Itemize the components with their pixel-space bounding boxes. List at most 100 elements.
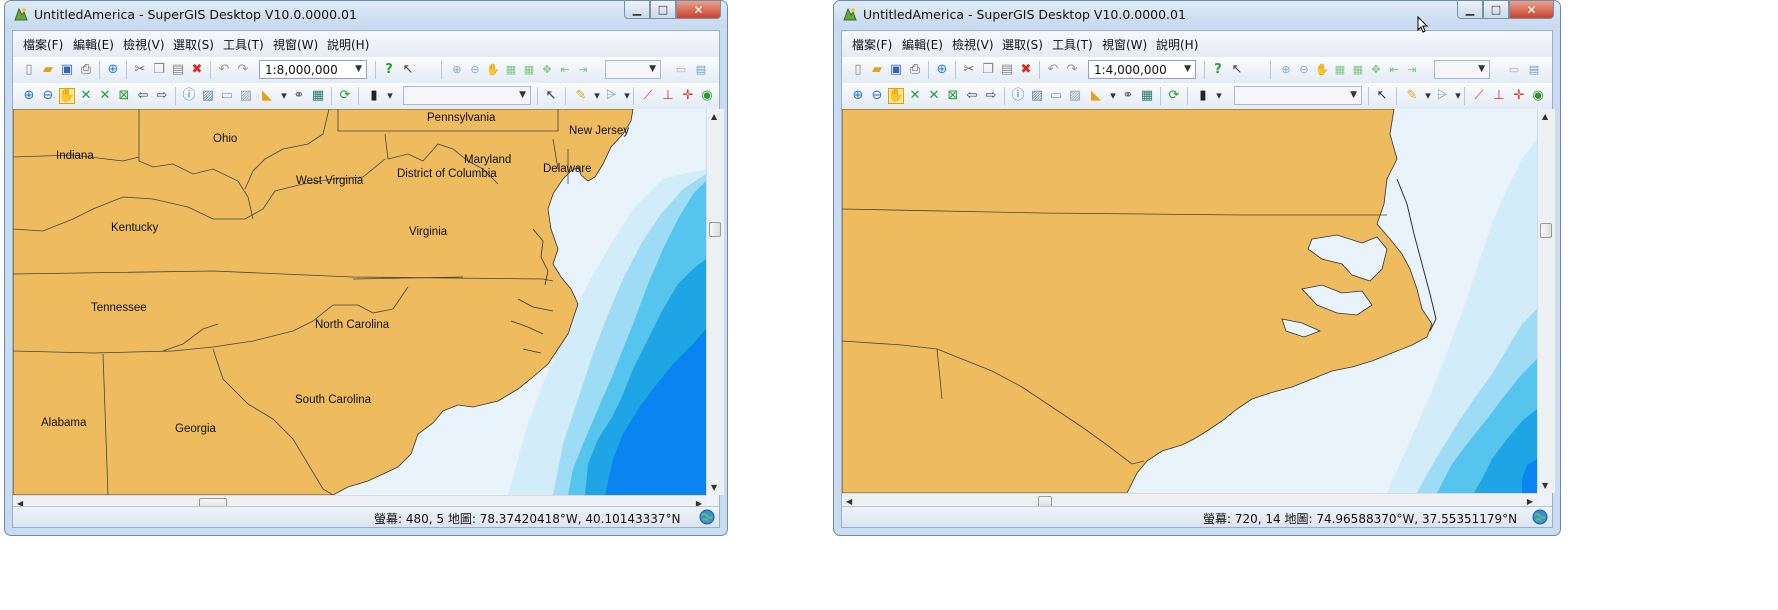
redo-icon[interactable]: ↷ (235, 62, 251, 78)
zoom-in-icon[interactable]: ⊕ (21, 88, 37, 104)
next-extent-icon[interactable]: ⇨ (983, 88, 999, 104)
task-icon[interactable]: ⩥ (1434, 88, 1450, 104)
identify-icon[interactable]: ⓘ (181, 88, 197, 104)
print-icon[interactable]: ⎙ (78, 62, 94, 78)
layout-zoom-combo[interactable]: ▼ (1434, 60, 1490, 79)
new-icon[interactable]: ▯ (850, 62, 866, 78)
hyperlink-icon[interactable]: ▭ (219, 88, 235, 104)
vertical-scroll-thumb[interactable] (709, 222, 721, 237)
layout-forward-icon[interactable]: ⇥ (575, 62, 591, 78)
minimize-button[interactable]: ▁ (1457, 1, 1483, 19)
pan-icon[interactable]: ✋ (59, 88, 75, 104)
layout-toggle-icon[interactable]: ▤ (1526, 62, 1542, 78)
copy-icon[interactable]: ❐ (151, 62, 167, 78)
find-icon[interactable]: ▨ (1029, 88, 1045, 104)
menu-select[interactable]: 選取(S) (1002, 36, 1043, 53)
menu-file[interactable]: 檔案(F) (852, 36, 892, 53)
menu-edit[interactable]: 編輯(E) (902, 36, 943, 53)
layout-fixed-zoom-in-icon[interactable]: ▦ (503, 62, 519, 78)
close-button[interactable]: ✕ (1509, 1, 1554, 19)
measure-icon[interactable]: ◣ (259, 88, 275, 104)
zoom-out-icon[interactable]: ⊖ (869, 88, 885, 104)
cut-icon[interactable]: ✂ (961, 62, 977, 78)
layer-combo[interactable]: ▼ (1234, 86, 1362, 105)
close-button[interactable]: ✕ (676, 1, 721, 19)
split-icon[interactable]: ⟋ (640, 88, 656, 104)
grid-icon[interactable]: ▦ (1139, 88, 1155, 104)
map-scale-combo[interactable]: 1:8,000,000 ▼ (259, 60, 367, 79)
layout-back-icon[interactable]: ⇤ (557, 62, 573, 78)
task-icon[interactable]: ⩥ (603, 88, 619, 104)
animation-icon[interactable]: ▮ (1195, 88, 1211, 104)
fixed-zoom-out-icon[interactable]: ✕ (926, 88, 942, 104)
layout-full-extent-icon[interactable]: ✥ (1368, 62, 1384, 78)
layout-zoom-in-icon[interactable]: ⊕ (1278, 62, 1294, 78)
grid-icon[interactable]: ▦ (310, 88, 326, 104)
menu-tools[interactable]: 工具(T) (1052, 36, 1093, 53)
layout-pan-icon[interactable]: ✋ (1314, 62, 1330, 78)
measure-dropdown-icon[interactable]: ▾ (1105, 88, 1121, 104)
previous-extent-icon[interactable]: ⇦ (964, 88, 980, 104)
fixed-zoom-out-icon[interactable]: ✕ (97, 88, 113, 104)
find-icon[interactable]: ▨ (200, 88, 216, 104)
globe-icon[interactable] (699, 509, 715, 525)
perpendicular-icon[interactable]: ⊥ (1491, 88, 1507, 104)
copy-icon[interactable]: ❐ (980, 62, 996, 78)
layout-fixed-zoom-in-icon[interactable]: ▦ (1332, 62, 1348, 78)
layout-forward-icon[interactable]: ⇥ (1404, 62, 1420, 78)
layout-zoom-out-icon[interactable]: ⊖ (467, 62, 483, 78)
intersect-icon[interactable]: ✛ (680, 88, 696, 104)
menu-view[interactable]: 檢視(V) (952, 36, 994, 53)
save-icon[interactable]: ▣ (888, 62, 904, 78)
map-scale-combo[interactable]: 1:4,000,000 ▼ (1088, 60, 1196, 79)
new-icon[interactable]: ▯ (21, 62, 37, 78)
attributes-icon[interactable]: ◉ (699, 88, 715, 104)
edit-tool-icon[interactable]: ↖ (1374, 88, 1390, 104)
print-icon[interactable]: ⎙ (907, 62, 923, 78)
layout-full-extent-icon[interactable]: ✥ (539, 62, 555, 78)
identify-icon[interactable]: ⓘ (1010, 88, 1026, 104)
save-icon[interactable]: ▣ (59, 62, 75, 78)
scroll-down-icon[interactable]: ▼ (1542, 481, 1548, 490)
map-view[interactable]: Pennsylvania New Jersey Ohio Indiana Mar… (13, 109, 706, 495)
globe-icon[interactable] (1532, 509, 1548, 525)
vertical-scrollbar[interactable]: ▲ ▼ (706, 109, 724, 495)
link-icon[interactable]: ⚭ (291, 88, 307, 104)
menu-edit[interactable]: 編輯(E) (73, 36, 114, 53)
add-data-icon[interactable]: ⊕ (934, 62, 950, 78)
whats-this-icon[interactable]: ↖ (1229, 62, 1245, 78)
map-tips-icon[interactable]: ▨ (238, 88, 254, 104)
menu-help[interactable]: 說明(H) (327, 36, 369, 53)
attributes-icon[interactable]: ◉ (1530, 88, 1546, 104)
next-extent-icon[interactable]: ⇨ (154, 88, 170, 104)
link-icon[interactable]: ⚭ (1120, 88, 1136, 104)
perpendicular-icon[interactable]: ⊥ (660, 88, 676, 104)
title-bar[interactable]: UntitledAmerica - SuperGIS Desktop V10.0… (834, 1, 1560, 28)
measure-icon[interactable]: ◣ (1088, 88, 1104, 104)
menu-tools[interactable]: 工具(T) (223, 36, 264, 53)
scroll-up-icon[interactable]: ▲ (1542, 112, 1548, 121)
maximize-button[interactable]: □ (650, 1, 676, 19)
layout-fixed-zoom-out-icon[interactable]: ▦ (521, 62, 537, 78)
cut-icon[interactable]: ✂ (132, 62, 148, 78)
fixed-zoom-in-icon[interactable]: ✕ (907, 88, 923, 104)
redo-icon[interactable]: ↷ (1064, 62, 1080, 78)
menu-window[interactable]: 視窗(W) (273, 36, 318, 53)
scroll-down-icon[interactable]: ▼ (711, 483, 717, 492)
vertical-scroll-thumb[interactable] (1540, 223, 1552, 238)
map-view[interactable] (842, 109, 1537, 493)
hyperlink-icon[interactable]: ▭ (1048, 88, 1064, 104)
menu-file[interactable]: 檔案(F) (23, 36, 63, 53)
menu-view[interactable]: 檢視(V) (123, 36, 165, 53)
minimize-button[interactable]: ▁ (624, 1, 650, 19)
layout-fixed-zoom-out-icon[interactable]: ▦ (1350, 62, 1366, 78)
full-extent-icon[interactable]: ⊠ (945, 88, 961, 104)
layout-page-icon[interactable]: ▭ (1506, 62, 1522, 78)
full-extent-icon[interactable]: ⊠ (116, 88, 132, 104)
undo-icon[interactable]: ↶ (216, 62, 232, 78)
paste-icon[interactable]: ▤ (999, 62, 1015, 78)
open-icon[interactable]: ▰ (40, 62, 56, 78)
delete-icon[interactable]: ✖ (189, 62, 205, 78)
scroll-up-icon[interactable]: ▲ (711, 112, 717, 121)
layout-back-icon[interactable]: ⇤ (1386, 62, 1402, 78)
